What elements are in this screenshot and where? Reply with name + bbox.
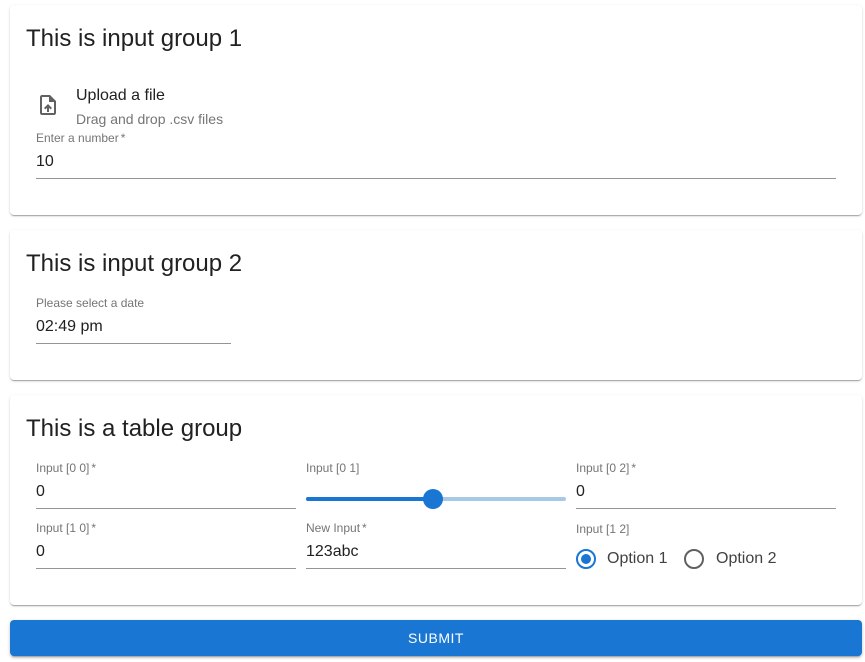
- input-0-1-label: Input [0 1]: [306, 461, 360, 475]
- time-input-underline: [36, 343, 231, 344]
- input-1-2-label: Input [1 2]: [576, 522, 630, 536]
- option-1-label[interactable]: Option 1: [607, 550, 667, 568]
- input-0-2-label: Input [0 2] *: [576, 461, 637, 475]
- input-0-0-underline: [36, 508, 296, 509]
- input-1-0-label: Input [1 0] *: [36, 521, 97, 535]
- input-0-0[interactable]: [36, 483, 296, 501]
- slider-thumb[interactable]: [423, 489, 444, 509]
- table-group-card: This is a table group Input [0 0]* Input…: [10, 395, 862, 605]
- group-2-title: This is input group 2: [26, 250, 243, 277]
- slider-track-filled[interactable]: [306, 497, 434, 501]
- file-upload-icon[interactable]: [36, 93, 60, 117]
- table-group-title: This is a table group: [26, 415, 243, 442]
- new-input-label: New Input *: [306, 521, 367, 535]
- input-0-2-underline: [576, 508, 836, 509]
- input-1-0[interactable]: [36, 543, 296, 561]
- input-0-1-slider[interactable]: [306, 489, 566, 509]
- upload-subtitle: Drag and drop .csv files: [76, 111, 224, 127]
- time-field-label: Please select a date: [36, 296, 145, 310]
- option-2-radio[interactable]: [684, 549, 704, 569]
- number-field-label: Enter a number *: [36, 131, 126, 145]
- input-0-0-label: Input [0 0] *: [36, 461, 97, 475]
- number-input-underline: [36, 178, 836, 179]
- input-1-0-underline: [36, 568, 296, 569]
- group-1-title: This is input group 1: [26, 25, 243, 52]
- number-input[interactable]: [36, 153, 836, 171]
- submit-button[interactable]: SUBMIT: [10, 620, 862, 656]
- option-1-radio[interactable]: [576, 549, 596, 569]
- new-input-underline: [306, 568, 566, 569]
- new-input[interactable]: [306, 543, 566, 561]
- input-group-1-card: This is input group 1 Upload a file Drag…: [10, 5, 862, 215]
- time-input[interactable]: [36, 318, 231, 336]
- input-0-2[interactable]: [576, 483, 836, 501]
- input-group-2-card: This is input group 2 Please select a da…: [10, 230, 862, 380]
- option-2-label[interactable]: Option 2: [716, 550, 776, 568]
- upload-title[interactable]: Upload a file: [76, 87, 165, 105]
